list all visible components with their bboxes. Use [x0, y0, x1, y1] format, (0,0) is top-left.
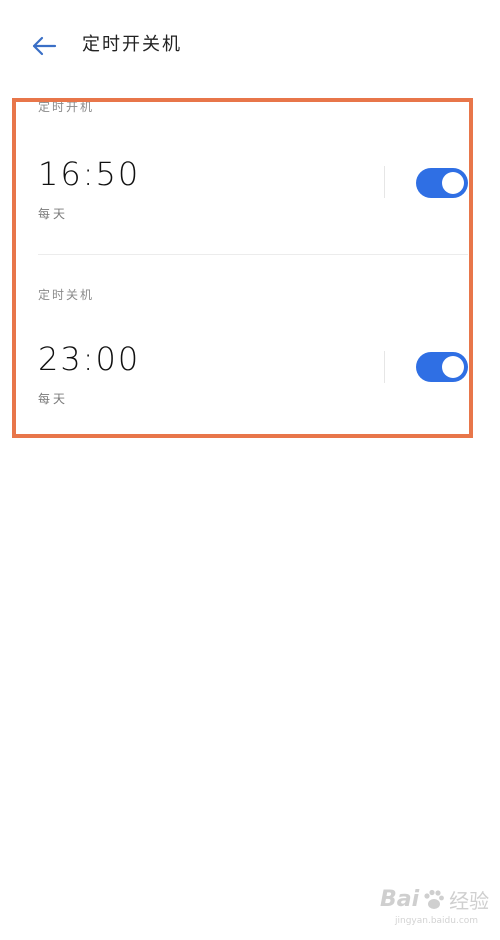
baidu-watermark: Bai 经验 [380, 885, 489, 914]
page-title: 定时开关机 [82, 34, 182, 55]
arrow-left-icon [32, 36, 57, 56]
toggle-knob [442, 172, 464, 194]
schedule-card: 定时开机 16:50 每天 定时关机 23:00 每天 [12, 98, 473, 438]
back-button[interactable] [28, 30, 60, 62]
timer-power-page: 定时开关机 定时开机 16:50 每天 定时关机 23:00 每天 Bai 经验 [0, 0, 500, 940]
watermark-jingyan: 经验 [449, 889, 490, 913]
watermark-url: jingyan.baidu.com [395, 916, 479, 926]
toggle-knob [442, 356, 464, 378]
power-on-repeat: 每天 [38, 207, 69, 221]
watermark-brand: Bai [380, 887, 420, 912]
power-off-toggle[interactable] [416, 352, 468, 382]
paw-icon [424, 889, 445, 909]
power-off-repeat: 每天 [38, 392, 69, 406]
vertical-divider [384, 351, 385, 383]
section-label-power-on: 定时开机 [38, 100, 95, 114]
vertical-divider [384, 166, 385, 198]
section-divider [38, 254, 468, 255]
section-label-power-off: 定时关机 [38, 288, 95, 302]
power-on-time[interactable]: 16:50 [38, 154, 140, 194]
power-off-time[interactable]: 23:00 [38, 339, 140, 379]
power-on-toggle[interactable] [416, 168, 468, 198]
header-bar: 定时开关机 [0, 0, 500, 90]
